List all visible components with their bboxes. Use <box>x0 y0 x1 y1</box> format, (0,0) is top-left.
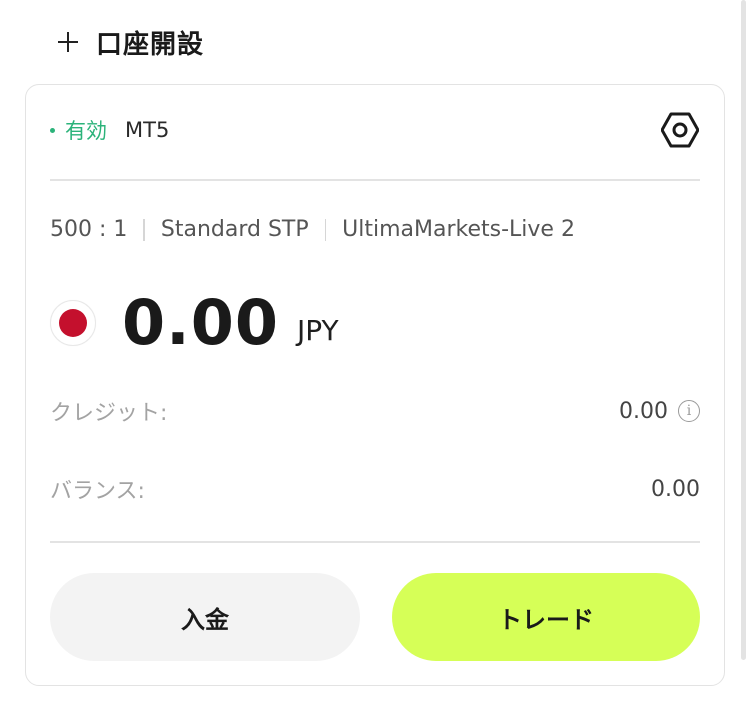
balance-amount: 0.00 <box>122 286 279 359</box>
deposit-button[interactable]: 入金 <box>50 573 360 661</box>
plus-icon <box>56 30 80 54</box>
account-card: 有効 MT5 500 : 1 Standard STP UltimaMarket… <box>25 84 725 686</box>
divider-bottom <box>50 541 700 543</box>
scrollbar[interactable] <box>741 0 746 660</box>
meta-separator <box>324 218 327 241</box>
status-dot-icon <box>50 127 55 133</box>
trade-button[interactable]: トレード <box>392 573 700 661</box>
account-page: 口座開設 有効 MT5 500 : 1 Standard STP UltimaM… <box>0 0 750 705</box>
credit-row: クレジット: 0.00 i <box>50 395 700 427</box>
balance-currency: JPY <box>296 313 339 347</box>
settings-button[interactable] <box>660 110 700 150</box>
meta-separator <box>143 218 145 241</box>
credit-value-wrap: 0.00 i <box>619 399 700 424</box>
account-actions: 入金 トレード <box>50 573 700 661</box>
balance-display: 0.00 JPY <box>50 283 339 363</box>
account-platform: MT5 <box>125 118 170 142</box>
info-icon[interactable]: i <box>678 400 700 422</box>
account-type: Standard STP <box>160 217 309 242</box>
open-account-label: 口座開設 <box>96 29 205 60</box>
credit-value: 0.00 <box>619 398 668 424</box>
credit-label: クレジット: <box>50 401 168 426</box>
balance-value: 0.00 <box>651 476 700 502</box>
balance-label: バランス: <box>50 479 145 504</box>
divider-top <box>50 179 700 181</box>
account-status: 有効 <box>65 119 107 143</box>
open-account-button[interactable]: 口座開設 <box>56 22 204 62</box>
account-card-header: 有効 MT5 <box>50 105 700 155</box>
account-meta: 500 : 1 Standard STP UltimaMarkets-Live … <box>50 217 575 242</box>
settings-hexagon-icon <box>661 112 699 148</box>
japan-flag-icon <box>50 300 96 346</box>
account-server: UltimaMarkets-Live 2 <box>342 217 575 242</box>
account-leverage: 500 : 1 <box>50 217 128 242</box>
flag-sun <box>59 309 87 337</box>
balance-row: バランス: 0.00 <box>50 473 700 505</box>
